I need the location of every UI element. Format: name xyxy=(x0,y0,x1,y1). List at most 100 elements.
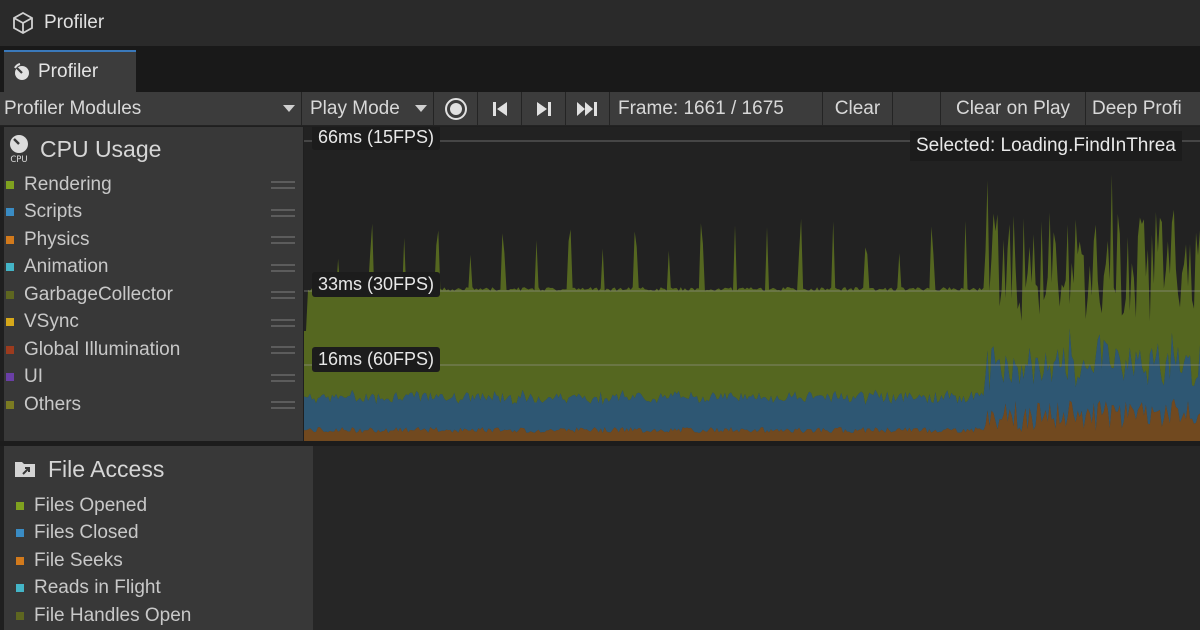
legend-swatch xyxy=(6,235,14,244)
chevron-down-icon xyxy=(415,105,427,112)
legend-item-rendering[interactable]: Rendering xyxy=(4,171,303,199)
ref-line-label-33ms: 33ms (30FPS) xyxy=(312,272,441,297)
legend-item-garbagecollector[interactable]: GarbageCollector xyxy=(4,281,303,309)
legend-swatch xyxy=(6,290,14,299)
legend-label: File Handles Open xyxy=(34,604,192,626)
legend-item-file-handles-open[interactable]: File Handles Open xyxy=(4,602,313,630)
legend-label: Files Closed xyxy=(34,522,139,544)
cpu-icon-text: CPU xyxy=(10,155,27,164)
legend-swatch xyxy=(6,400,14,409)
legend-label: Animation xyxy=(24,256,109,278)
tab-profiler[interactable]: Profiler xyxy=(4,50,136,92)
file-access-module[interactable]: File Access Files Opened Files Closed Fi… xyxy=(4,446,313,630)
cpu-usage-module[interactable]: CPU CPU Usage Rendering Scripts Physics … xyxy=(4,127,303,441)
legend-item-physics[interactable]: Physics xyxy=(4,226,303,254)
legend-swatch xyxy=(16,611,24,620)
chevron-down-icon xyxy=(283,105,295,112)
title-bar: Profiler xyxy=(0,0,1200,46)
cpu-module-header: CPU CPU Usage xyxy=(4,127,303,171)
legend-item-files-closed[interactable]: Files Closed xyxy=(4,520,313,548)
record-button[interactable] xyxy=(434,92,478,125)
profiler-modules-dropdown[interactable]: Profiler Modules xyxy=(0,92,302,125)
tab-strip: Profiler xyxy=(0,46,1200,92)
drag-handle-icon[interactable] xyxy=(271,236,295,244)
file-access-chart[interactable] xyxy=(313,446,1200,630)
drag-handle-icon[interactable] xyxy=(271,318,295,327)
drag-handle-icon[interactable] xyxy=(271,291,295,299)
deep-profile-toggle[interactable]: Deep Profi xyxy=(1086,92,1196,125)
deep-profile-label: Deep Profi xyxy=(1092,97,1182,119)
legend-label: File Seeks xyxy=(34,549,123,571)
profiler-toolbar: Profiler Modules Play Mode Frame: 1661 /… xyxy=(0,92,1200,126)
play-mode-dropdown[interactable]: Play Mode xyxy=(302,92,434,125)
legend-swatch xyxy=(6,345,14,354)
legend-swatch xyxy=(6,180,14,189)
selected-sample-label: Selected: Loading.FindInThrea xyxy=(910,131,1182,161)
legend-label: Physics xyxy=(24,228,90,250)
legend-swatch xyxy=(6,208,14,217)
ref-line-label-16ms: 16ms (60FPS) xyxy=(312,347,441,372)
toolbar-spacer xyxy=(893,92,941,125)
cpu-usage-chart[interactable]: 66ms (15FPS) 33ms (30FPS) 16ms (60FPS) S… xyxy=(304,127,1200,441)
legend-item-ui[interactable]: UI xyxy=(4,364,303,392)
clear-on-play-toggle[interactable]: Clear on Play xyxy=(941,92,1086,125)
file-legend: Files Opened Files Closed File Seeks Rea… xyxy=(4,492,313,630)
legend-item-reads-in-flight[interactable]: Reads in Flight xyxy=(4,575,313,603)
clear-on-play-label: Clear on Play xyxy=(955,97,1071,119)
drag-handle-icon[interactable] xyxy=(271,401,295,409)
drag-handle-icon[interactable] xyxy=(271,346,295,354)
legend-swatch xyxy=(16,556,24,565)
folder-open-icon xyxy=(15,462,35,477)
file-module-title: File Access xyxy=(48,455,165,482)
record-icon xyxy=(444,97,467,120)
legend-label: Scripts xyxy=(24,201,83,223)
clear-label: Clear xyxy=(834,97,881,119)
legend-label: Rendering xyxy=(24,173,112,195)
profiler-window: Profiler Profiler Profiler Modules Play … xyxy=(0,0,1200,630)
cpu-icon: CPU xyxy=(10,135,28,164)
legend-swatch xyxy=(6,318,14,327)
legend-item-file-seeks[interactable]: File Seeks xyxy=(4,547,313,575)
cpu-legend: Rendering Scripts Physics Animation Garb… xyxy=(4,171,303,419)
legend-item-scripts[interactable]: Scripts xyxy=(4,199,303,227)
profiler-gauge-icon xyxy=(14,63,29,80)
legend-label: UI xyxy=(24,366,43,388)
legend-label: GarbageCollector xyxy=(24,283,173,305)
current-frame-button[interactable] xyxy=(566,92,610,125)
legend-item-vsync[interactable]: VSync xyxy=(4,309,303,337)
legend-swatch xyxy=(16,501,24,510)
file-module-header: File Access xyxy=(4,446,313,492)
legend-swatch xyxy=(6,263,14,272)
unity-logo-icon xyxy=(13,12,33,34)
profiler-modules-label: Profiler Modules xyxy=(4,97,142,119)
next-frame-button[interactable] xyxy=(522,92,566,125)
legend-item-animation[interactable]: Animation xyxy=(4,254,303,282)
drag-handle-icon[interactable] xyxy=(271,181,295,189)
frame-counter-text: Frame: 1661 / 1675 xyxy=(618,97,784,119)
legend-item-others[interactable]: Others xyxy=(4,391,303,419)
step-forward-icon xyxy=(536,101,551,116)
step-back-icon xyxy=(492,101,507,116)
cpu-module-title: CPU Usage xyxy=(40,135,162,162)
legend-label: Files Opened xyxy=(34,494,148,516)
ref-line-label-66ms: 66ms (15FPS) xyxy=(312,127,441,150)
legend-swatch xyxy=(16,529,24,538)
legend-label: Reads in Flight xyxy=(34,577,161,599)
drag-handle-icon[interactable] xyxy=(271,373,295,382)
tab-label: Profiler xyxy=(38,61,99,82)
legend-item-files-opened[interactable]: Files Opened xyxy=(4,492,313,520)
clear-button[interactable]: Clear xyxy=(823,92,893,125)
frame-counter: Frame: 1661 / 1675 xyxy=(610,92,823,125)
drag-handle-icon[interactable] xyxy=(271,208,295,217)
fast-forward-icon xyxy=(576,101,597,116)
legend-item-global-illumination[interactable]: Global Illumination xyxy=(4,336,303,364)
play-mode-label: Play Mode xyxy=(310,97,400,119)
legend-label: Global Illumination xyxy=(24,338,181,360)
legend-swatch xyxy=(6,373,14,382)
previous-frame-button[interactable] xyxy=(478,92,522,125)
legend-label: VSync xyxy=(24,311,79,333)
legend-label: Others xyxy=(24,393,82,415)
drag-handle-icon[interactable] xyxy=(271,263,295,272)
legend-swatch xyxy=(16,584,24,593)
window-title: Profiler xyxy=(44,12,105,33)
